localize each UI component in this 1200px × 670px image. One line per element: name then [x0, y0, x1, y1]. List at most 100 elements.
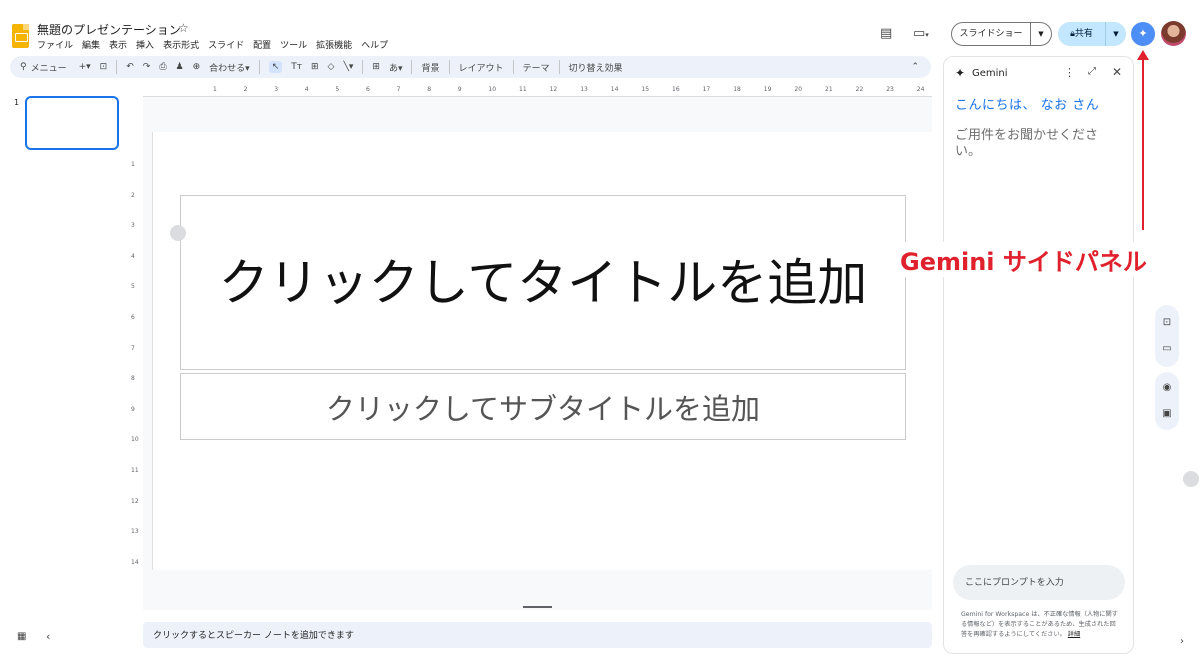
background-button[interactable]: 背景: [421, 61, 439, 74]
shape-icon[interactable]: ◇: [328, 62, 335, 72]
menu-search[interactable]: ⚲ メニュー: [20, 61, 67, 74]
comment-history-icon[interactable]: ▤: [880, 27, 892, 40]
ruler-tick-label: 20: [794, 86, 803, 93]
ruler-tick-label: 15: [641, 86, 650, 93]
details-link[interactable]: 詳細: [1068, 631, 1080, 638]
ruler-tick-label: 14: [610, 86, 619, 93]
close-icon[interactable]: ✕: [1112, 65, 1122, 79]
gemini-greeting: こんにちは、 なお さん: [955, 98, 1100, 113]
slideshow-label[interactable]: スライドショー: [952, 23, 1031, 45]
side-rail-media: ◉ ▣: [1155, 372, 1179, 430]
ruler-tick-label: 6: [131, 314, 135, 321]
search-icon: ⚲: [20, 62, 27, 72]
grid-view-icon[interactable]: ▦: [17, 631, 26, 642]
comment-add-icon[interactable]: ⊞: [372, 62, 380, 72]
ruler-tick-label: 18: [733, 86, 741, 93]
ruler-tick-label: 13: [131, 528, 139, 536]
scroll-handle[interactable]: [1183, 471, 1199, 487]
toolbar: ⚲ メニュー +▾ ⊡ ↶ ↷ ⎙ ♟ ⊕ 合わせる▾ ↖ Tт ⊞ ◇ ╲▾ ⊞…: [10, 56, 931, 78]
menu-extensions[interactable]: 拡張機能: [316, 38, 352, 51]
ruler-tick-label: 21: [825, 86, 833, 93]
menu-format[interactable]: 表示形式: [163, 38, 199, 51]
video-call-icon[interactable]: ▭▾: [913, 27, 929, 42]
ruler-tick-label: 9: [457, 86, 462, 93]
vertical-ruler[interactable]: 1 2 3 4 5 6 7 8 9 10 11 12 13 14: [128, 130, 141, 570]
video-present-icon[interactable]: ▣: [1155, 408, 1179, 419]
title-placeholder[interactable]: クリックしてタイトルを追加: [180, 195, 906, 370]
ruler-tick-label: 5: [335, 86, 340, 93]
ruler-tick-label: 11: [519, 86, 527, 93]
transition-button[interactable]: 切り替え効果: [569, 61, 623, 74]
ruler-tick-label: 2: [131, 191, 135, 199]
star-icon[interactable]: ☆: [178, 21, 189, 35]
share-label: 共有: [1074, 29, 1093, 39]
new-slide-icon[interactable]: +▾: [79, 62, 91, 72]
line-icon[interactable]: ╲▾: [343, 62, 353, 72]
show-side-panel-icon[interactable]: ›: [1180, 636, 1184, 647]
zoom-icon[interactable]: ⊕: [193, 62, 201, 72]
menu-slide[interactable]: スライド: [208, 38, 244, 51]
zoom-select[interactable]: 合わせる▾: [209, 61, 250, 74]
drag-handle[interactable]: [170, 225, 186, 241]
ruler-tick-label: 4: [131, 252, 135, 260]
paint-format-icon[interactable]: ♟: [176, 62, 184, 72]
ruler-tick-label: 23: [886, 86, 894, 93]
horizontal-ruler[interactable]: 1234567891011121314151617181920212223242…: [143, 84, 955, 97]
ruler-tick-label: 13: [580, 86, 588, 93]
keep-notes-icon[interactable]: ⊡: [1155, 317, 1179, 328]
ruler-tick-label: 3: [274, 86, 279, 93]
subtitle-placeholder[interactable]: クリックしてサブタイトルを追加: [180, 373, 906, 440]
menu-edit[interactable]: 編集: [82, 38, 100, 51]
share-button[interactable]: 🔒︎共有 ▼: [1058, 22, 1126, 46]
expand-icon[interactable]: ⤢: [1088, 66, 1096, 77]
gemini-disclaimer: Gemini for Workspace は、不正確な情報（人物に関する情報など…: [961, 611, 1118, 638]
menu-file[interactable]: ファイル: [37, 38, 73, 51]
menu-view[interactable]: 表示: [109, 38, 127, 51]
record-icon[interactable]: ◉: [1155, 382, 1179, 393]
ruler-tick-label: 19: [763, 86, 772, 93]
ruler-tick-label: 5: [131, 283, 135, 291]
avatar[interactable]: [1161, 21, 1186, 46]
gemini-prompt-input[interactable]: [953, 565, 1125, 600]
layout-button[interactable]: レイアウト: [459, 61, 504, 74]
input-tools-icon[interactable]: あ▾: [389, 61, 403, 74]
theme-button[interactable]: テーマ: [523, 61, 550, 74]
more-options-icon[interactable]: ⋮: [1064, 66, 1075, 79]
annotation-arrow: [1142, 58, 1144, 230]
undo-icon[interactable]: ↶: [126, 62, 134, 72]
menu-tools[interactable]: ツール: [280, 38, 307, 51]
ruler-tick-label: 4: [304, 86, 309, 93]
gemini-side-panel: ✦ Gemini ⋮ ⤢ ✕ こんにちは、 なお さん ご用件をお聞かせください…: [943, 56, 1134, 654]
folder-icon[interactable]: ▭: [1155, 343, 1179, 354]
collapse-filmstrip-icon[interactable]: ‹: [46, 630, 50, 643]
ruler-tick-label: 8: [427, 86, 432, 93]
ruler-tick-label: 12: [131, 497, 139, 505]
notes-resize-handle[interactable]: [523, 606, 552, 608]
slides-logo-icon[interactable]: [12, 24, 29, 48]
text-box-icon[interactable]: Tт: [291, 62, 302, 72]
gemini-help-text: ご用件をお聞かせください。: [955, 128, 1099, 159]
slide-thumbnail[interactable]: [25, 96, 119, 150]
ruler-tick-label: 9: [131, 405, 135, 413]
slideshow-button[interactable]: スライドショー ▼: [951, 22, 1052, 46]
select-cursor-icon[interactable]: ↖: [268, 61, 283, 73]
ruler-tick-label: 14: [131, 558, 139, 566]
menu-insert[interactable]: 挿入: [136, 38, 154, 51]
print-icon[interactable]: ⎙: [159, 62, 166, 72]
ruler-tick-label: 10: [488, 86, 497, 93]
new-slide-layout-icon[interactable]: ⊡: [100, 62, 108, 72]
gemini-sparkle-button[interactable]: ✦: [1131, 22, 1155, 46]
chevron-down-icon[interactable]: ▼: [1106, 30, 1126, 38]
speaker-notes[interactable]: クリックするとスピーカー ノートを追加できます: [143, 622, 932, 648]
ruler-tick-label: 10: [131, 436, 139, 444]
menu-help[interactable]: ヘルプ: [361, 38, 388, 51]
chevron-down-icon[interactable]: ▼: [1031, 30, 1051, 38]
menu-arrange[interactable]: 配置: [253, 38, 271, 51]
chevron-up-icon[interactable]: ⌃: [911, 62, 919, 72]
gemini-sparkle-icon: ✦: [955, 66, 966, 80]
redo-icon[interactable]: ↷: [143, 62, 151, 72]
document-title[interactable]: 無題のプレゼンテーション: [37, 21, 181, 38]
ruler-tick-label: 24: [916, 86, 925, 93]
image-icon[interactable]: ⊞: [311, 62, 319, 72]
ruler-tick-label: 7: [131, 344, 135, 352]
